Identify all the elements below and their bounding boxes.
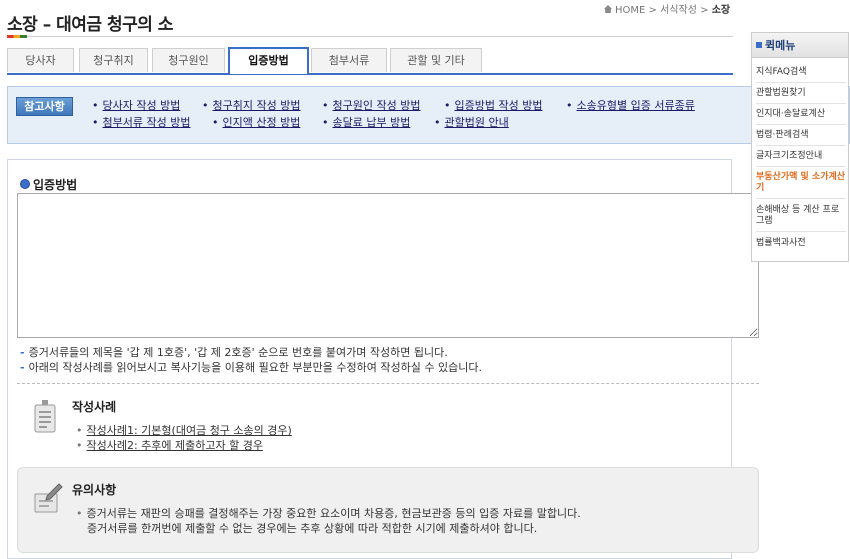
quick-menu: 퀵메뉴 지식FAQ검색 관할법원찾기 인지대·송달료계산 법령·판례검색 글자크… [751,32,849,262]
caution-line-2: 증거서류를 한꺼번에 제출할 수 없는 경우에는 추후 상황에 따라 적합한 시… [87,522,538,535]
caution-line-1: • 증거서류는 재판의 승패를 결정해주는 가장 중요한 요소이며 차용증, 현금… [76,507,581,520]
title-accent-bar [7,35,27,38]
divider [17,383,759,384]
bullet-icon [20,179,30,189]
dash-icon: - [20,361,25,374]
example-link-2[interactable]: 작성사례2: 추후에 제출하고자 할 경우 [76,437,264,453]
ref-link-delivery-fee[interactable]: 송달료 납부 방법 [322,114,411,130]
example-link-1[interactable]: 작성사례1: 기본형(대여금 청구 소송의 경우) [76,422,292,438]
tab-jurisdiction[interactable]: 관할 및 기타 [390,48,482,72]
tab-bar: 당사자 청구취지 청구원인 입증방법 첨부서류 관할 및 기타 [7,47,733,75]
tab-claim-cause[interactable]: 청구원인 [152,48,225,72]
ref-link-stamp-fee[interactable]: 인지액 산정 방법 [212,114,301,130]
tab-claim-purpose[interactable]: 청구취지 [79,48,148,72]
tab-evidence[interactable]: 입증방법 [228,47,309,74]
quick-item-law-search[interactable]: 법령·판례검색 [756,130,846,146]
ref-link-court-guide[interactable]: 관할법원 안내 [434,114,509,130]
bullet-icon: • [76,507,83,520]
reference-badge: 참고사항 [16,97,73,116]
home-icon [604,5,612,13]
ref-link-claim-cause[interactable]: 청구원인 작성 방법 [322,97,421,113]
evidence-textarea[interactable] [17,193,759,338]
quick-item-property-calc[interactable]: 부동산가액 및 소가계산기 [756,172,846,199]
breadcrumb-current: 소장 [711,5,731,16]
ref-link-evidence[interactable]: 입증방법 작성 방법 [444,97,543,113]
ref-link-attachments[interactable]: 첨부서류 작성 방법 [92,114,191,130]
ref-link-evidence-types[interactable]: 소송유형별 입증 서류종류 [566,97,695,113]
quick-item-encyclopedia[interactable]: 법률백과사전 [756,238,846,253]
breadcrumb-sep: > [700,5,709,16]
page-title: 소장 – 대여금 청구의 소 [7,15,173,35]
breadcrumb: HOME > 서식작성 > 소장 [604,1,730,16]
ref-link-parties[interactable]: 당사자 작성 방법 [92,97,181,113]
note-line: - 증거서류들의 제목을 '갑 제 1호증', '갑 제 2호증' 순으로 번호를… [20,346,448,359]
ref-link-claim-purpose[interactable]: 청구취지 작성 방법 [202,97,301,113]
square-icon [756,42,762,48]
dash-icon: - [20,346,25,359]
quick-item-court-finder[interactable]: 관할법원찾기 [756,88,846,104]
reference-box: 참고사항 당사자 작성 방법 청구취지 작성 방법 청구원인 작성 방법 입증방… [7,86,850,144]
breadcrumb-sep: > [648,5,657,16]
tab-attachments[interactable]: 첨부서류 [311,48,387,72]
examples-title: 작성사례 [72,400,117,414]
quick-menu-title: 퀵메뉴 [752,33,848,58]
caution-title: 유의사항 [72,483,117,497]
pencil-note-icon [34,483,63,513]
quick-item-font-size[interactable]: 글자크기조정안내 [756,151,846,167]
section-title: 입증방법 [20,176,77,193]
breadcrumb-home[interactable]: HOME [615,5,645,16]
quick-item-faq[interactable]: 지식FAQ검색 [756,67,846,83]
id-badge-icon [34,400,56,433]
quick-item-fee-calc[interactable]: 인지대·송달료계산 [756,109,846,125]
quick-item-damage-calc[interactable]: 손해배상 등 계산 프로그램 [756,205,846,232]
breadcrumb-mid[interactable]: 서식작성 [660,5,697,16]
note-line: - 아래의 작성사례를 읽어보시고 복사기능을 이용해 필요한 부분만을 수정하여… [20,361,482,374]
title-divider [27,36,733,37]
tab-parties[interactable]: 당사자 [7,48,74,72]
